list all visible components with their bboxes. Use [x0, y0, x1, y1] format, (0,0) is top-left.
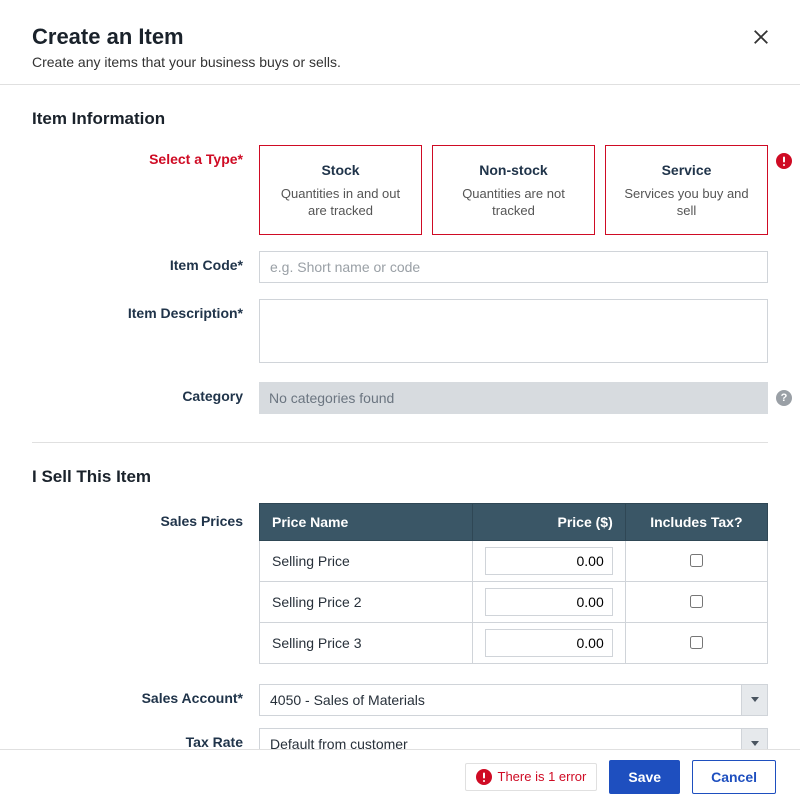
row-sales-prices: Sales Prices Price Name Price ($) Includ… [32, 503, 768, 664]
label-sales-prices: Sales Prices [32, 503, 259, 529]
cell-price-name: Selling Price 2 [260, 581, 473, 622]
row-tax-rate: Tax Rate Default from customer [32, 728, 768, 749]
row-select-type: Select a Type* Stock Quantities in and o… [32, 145, 768, 235]
modal-header: Create an Item Create any items that you… [0, 0, 800, 85]
sales-prices-table: Price Name Price ($) Includes Tax? Selli… [259, 503, 768, 664]
section-title-sell: I Sell This Item [32, 467, 768, 487]
th-price: Price ($) [473, 503, 625, 540]
select-value: 4050 - Sales of Materials [259, 684, 742, 716]
divider [32, 442, 768, 443]
type-card-title: Non-stock [443, 162, 584, 178]
row-sales-account: Sales Account* 4050 - Sales of Materials [32, 684, 768, 716]
th-price-name: Price Name [260, 503, 473, 540]
select-value: Default from customer [259, 728, 742, 749]
chevron-down-icon[interactable] [742, 684, 768, 716]
error-badge[interactable]: There is 1 error [465, 763, 598, 791]
create-item-modal: Create an Item Create any items that you… [0, 0, 800, 803]
label-category: Category [32, 382, 259, 404]
modal-body[interactable]: Item Information Select a Type* Stock Qu… [0, 85, 800, 749]
row-item-description: Item Description* [32, 299, 768, 366]
modal-footer: There is 1 error Save Cancel [0, 749, 800, 803]
type-card-service[interactable]: Service Services you buy and sell [605, 145, 768, 235]
tax-rate-select[interactable]: Default from customer [259, 728, 768, 749]
item-code-input[interactable] [259, 251, 768, 283]
price-input[interactable] [485, 547, 612, 575]
error-icon [476, 769, 492, 785]
th-includes-tax: Includes Tax? [625, 503, 767, 540]
item-description-input[interactable] [259, 299, 768, 363]
table-row: Selling Price [260, 540, 768, 581]
help-icon[interactable]: ? [776, 390, 792, 406]
label-tax-rate: Tax Rate [32, 728, 259, 749]
type-card-stock[interactable]: Stock Quantities in and out are tracked [259, 145, 422, 235]
type-card-desc: Services you buy and sell [616, 186, 757, 220]
includes-tax-checkbox[interactable] [690, 636, 703, 649]
cell-price-name: Selling Price [260, 540, 473, 581]
type-card-nonstock[interactable]: Non-stock Quantities are not tracked [432, 145, 595, 235]
label-item-description: Item Description* [32, 299, 259, 321]
type-card-title: Service [616, 162, 757, 178]
type-card-desc: Quantities are not tracked [443, 186, 584, 220]
row-item-code: Item Code* [32, 251, 768, 283]
error-icon [776, 153, 792, 169]
error-text: There is 1 error [498, 769, 587, 784]
modal-subtitle: Create any items that your business buys… [32, 54, 768, 70]
row-category: Category No categories found ? [32, 382, 768, 414]
type-card-desc: Quantities in and out are tracked [270, 186, 411, 220]
cell-price-name: Selling Price 3 [260, 622, 473, 663]
save-button[interactable]: Save [609, 760, 680, 794]
table-row: Selling Price 3 [260, 622, 768, 663]
table-row: Selling Price 2 [260, 581, 768, 622]
price-input[interactable] [485, 629, 612, 657]
close-icon[interactable] [750, 26, 772, 48]
includes-tax-checkbox[interactable] [690, 554, 703, 567]
type-card-title: Stock [270, 162, 411, 178]
sales-account-select[interactable]: 4050 - Sales of Materials [259, 684, 768, 716]
chevron-down-icon[interactable] [742, 728, 768, 749]
label-item-code: Item Code* [32, 251, 259, 273]
includes-tax-checkbox[interactable] [690, 595, 703, 608]
cancel-button[interactable]: Cancel [692, 760, 776, 794]
label-sales-account: Sales Account* [32, 684, 259, 706]
price-input[interactable] [485, 588, 612, 616]
modal-title: Create an Item [32, 24, 768, 50]
section-title-item-info: Item Information [32, 109, 768, 129]
label-select-type: Select a Type* [32, 145, 259, 167]
category-field: No categories found [259, 382, 768, 414]
